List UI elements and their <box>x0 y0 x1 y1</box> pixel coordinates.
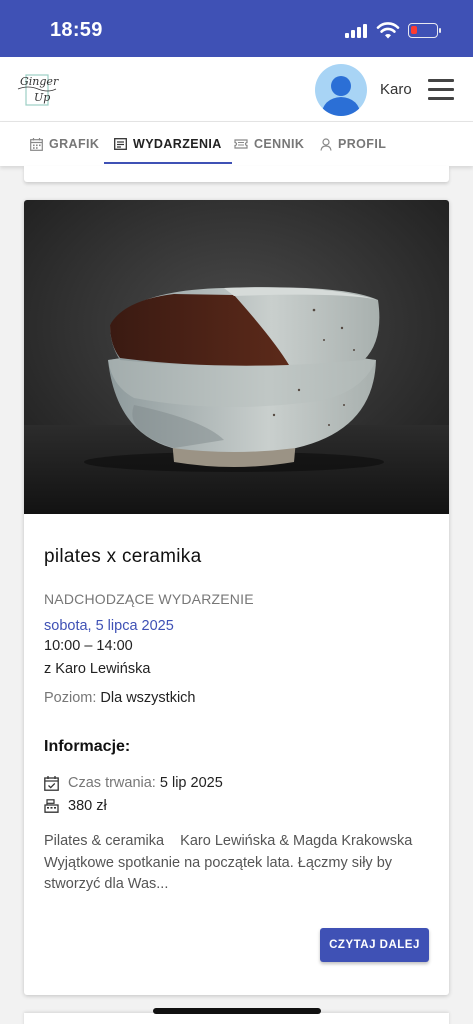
home-indicator[interactable] <box>153 1008 321 1014</box>
event-title[interactable]: pilates x ceramika <box>44 546 201 568</box>
username[interactable]: Karo <box>380 81 412 98</box>
calendar-check-icon <box>44 775 59 791</box>
status-time: 18:59 <box>50 19 103 41</box>
tab-profil[interactable]: PROFIL <box>320 122 386 166</box>
battery-level <box>411 26 417 34</box>
level-value: Dla wszystkich <box>100 690 196 706</box>
tab-cennik[interactable]: CENNIK <box>234 122 304 166</box>
duration-row: Czas trwania: 5 lip 2025 <box>44 774 223 792</box>
logo-text-bottom: Up <box>34 91 51 104</box>
ginger-up-logo[interactable]: Ginger Up <box>14 69 60 111</box>
ticket-icon <box>234 139 248 149</box>
event-description: Pilates & ceramika Karo Lewińska & Magda… <box>44 833 417 892</box>
event-card: pilates x ceramika NADCHODZĄCE WYDARZENI… <box>24 200 449 995</box>
level-label: Poziom: <box>44 690 97 706</box>
hamburger-menu-icon[interactable] <box>428 79 454 101</box>
price-value: 380 zł <box>68 798 107 814</box>
calendar-icon <box>30 137 43 151</box>
tab-wydarzenia[interactable]: WYDARZENIA <box>104 122 232 166</box>
tab-grafik-label: GRAFIK <box>49 137 100 151</box>
tab-profil-label: PROFIL <box>338 137 387 151</box>
price-row: 380 zł <box>44 797 107 815</box>
duration-value: 5 lip 2025 <box>159 775 223 791</box>
tab-grafik[interactable]: GRAFIK <box>30 122 99 166</box>
app-header: Ginger Up Karo <box>0 57 473 122</box>
tab-cennik-label: CENNIK <box>254 137 305 151</box>
event-time: 10:00 – 14:00 <box>44 638 133 654</box>
event-host: z Karo Lewińska <box>44 661 151 677</box>
user-silhouette-icon <box>321 76 361 116</box>
logo-text-top: Ginger <box>20 75 59 88</box>
cash-register-icon <box>44 799 59 813</box>
level-row: Poziom: Dla wszystkich <box>44 690 196 706</box>
tab-wydarzenia-label: WYDARZENIA <box>133 137 222 151</box>
duration-label: Czas trwania: <box>68 775 156 791</box>
battery-icon <box>408 23 441 38</box>
next-event-card[interactable] <box>24 1013 449 1024</box>
nav-tabs: GRAFIK WYDARZENIA CENNIK PROFIL <box>0 122 473 166</box>
event-status: NADCHODZĄCE WYDARZENIE <box>44 591 254 607</box>
status-bar: 18:59 <box>0 0 473 57</box>
event-card-icon <box>114 138 127 150</box>
avatar[interactable] <box>315 64 367 116</box>
event-date: sobota, 5 lipca 2025 <box>44 618 174 634</box>
person-icon <box>320 137 332 151</box>
event-image[interactable] <box>24 200 449 514</box>
previous-event-card[interactable] <box>24 166 449 182</box>
info-heading: Informacje: <box>44 738 131 755</box>
signal-icon <box>345 24 369 38</box>
read-more-button[interactable]: CZYTAJ DALEJ <box>320 928 429 962</box>
wifi-icon <box>376 22 400 39</box>
